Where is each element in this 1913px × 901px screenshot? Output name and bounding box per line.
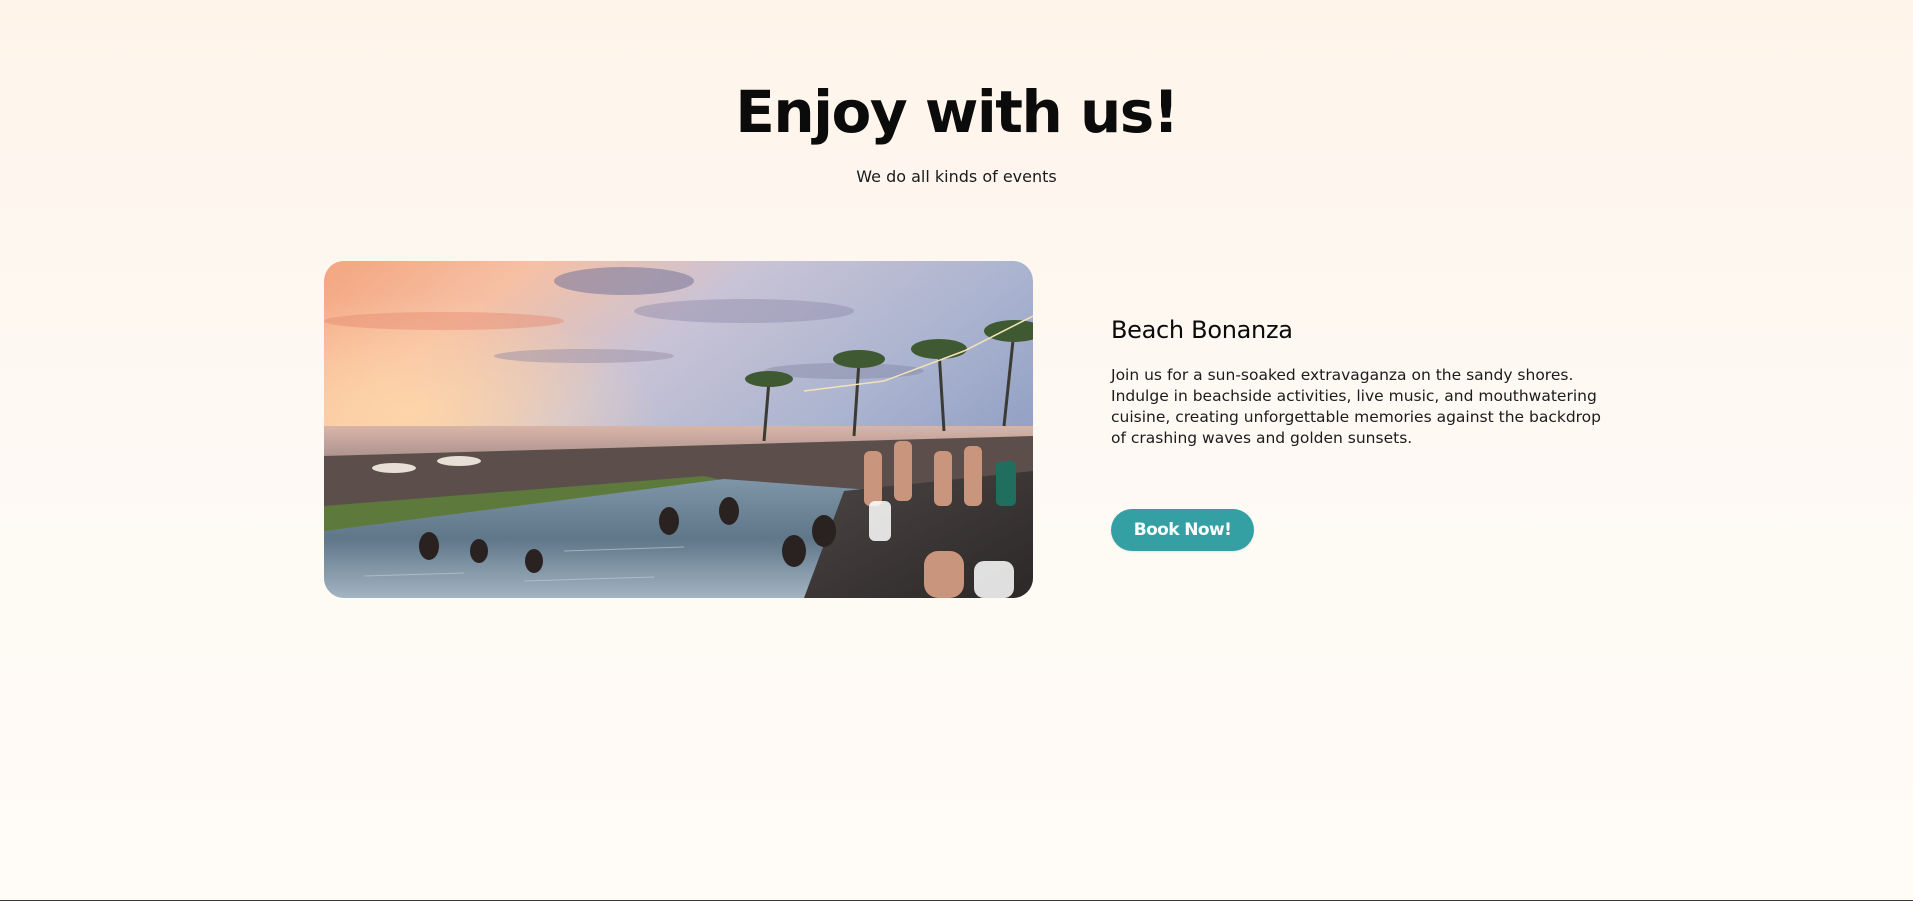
beach-party-photo xyxy=(324,261,1033,598)
page-title: Enjoy with us! xyxy=(735,78,1179,146)
event-image xyxy=(324,261,1033,598)
event-title: Beach Bonanza xyxy=(1111,316,1293,344)
events-section: Enjoy with us! We do all kinds of events xyxy=(0,0,1913,901)
page-subtitle: We do all kinds of events xyxy=(856,167,1057,186)
book-now-button[interactable]: Book Now! xyxy=(1111,509,1254,551)
event-description: Join us for a sun-soaked extravaganza on… xyxy=(1111,366,1602,447)
